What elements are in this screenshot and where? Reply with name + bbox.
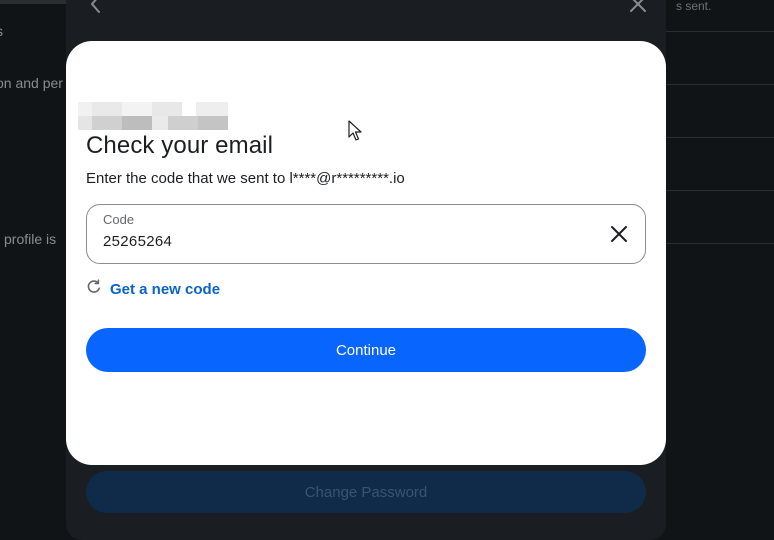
get-new-code-link[interactable]: Get a new code [86, 279, 220, 300]
code-input[interactable] [103, 233, 583, 250]
change-password-button: Change Password [86, 471, 646, 513]
chevron-left-icon [86, 0, 106, 21]
mouse-pointer-icon [348, 120, 362, 147]
divider [666, 243, 774, 244]
background-text: profile is [4, 231, 57, 247]
dialog-subtitle: Enter the code that we sent to l****@r**… [86, 170, 405, 187]
continue-button[interactable]: Continue [86, 328, 646, 372]
code-field[interactable]: Code [86, 204, 646, 264]
background-tab-indicator [0, 0, 66, 4]
background-text: s [0, 23, 3, 39]
redacted-logo [78, 102, 228, 130]
code-field-label: Code [103, 212, 135, 227]
close-icon [628, 0, 648, 19]
divider [666, 190, 774, 191]
background-text: s sent. [676, 0, 712, 13]
clear-icon[interactable] [607, 222, 631, 246]
verification-dialog: Check your email Enter the code that we … [66, 41, 666, 465]
background-text: on and per [0, 75, 63, 91]
refresh-icon [86, 279, 102, 300]
divider [666, 137, 774, 138]
dialog-title: Check your email [86, 132, 274, 159]
background-list [666, 0, 774, 260]
divider [666, 84, 774, 85]
get-new-code-label: Get a new code [110, 281, 221, 298]
divider [666, 31, 774, 32]
